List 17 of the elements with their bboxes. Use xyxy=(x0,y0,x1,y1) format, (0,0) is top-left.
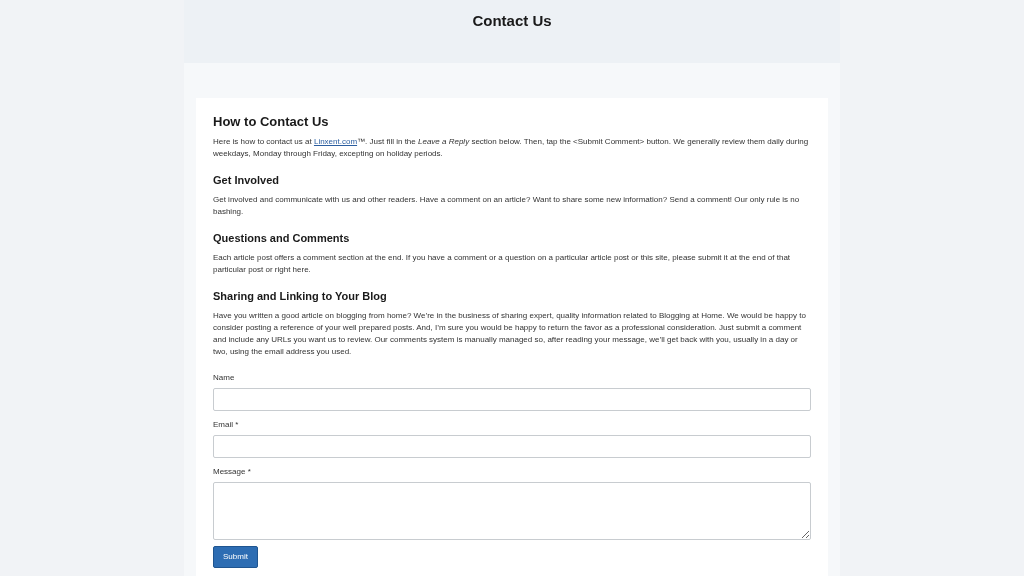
section-heading: Get Involved xyxy=(213,174,281,188)
section-heading: Questions and Comments xyxy=(213,232,351,246)
section-heading: Sharing and Linking to Your Blog xyxy=(213,289,388,304)
field-label: Name xyxy=(213,371,236,384)
paragraph: Here is how to contact us at Linxent.com™. Just fill in the Leave a Reply section below. Then, tap the <Submit Comment> button. We generally review them daily during weekdays, Monday through Friday, excepting on holiday periods. xyxy=(213,136,810,161)
submit-button[interactable]: Submit xyxy=(213,545,258,568)
section-heading: How to Contact Us xyxy=(213,114,330,131)
link[interactable]: Linxent.com xyxy=(313,137,358,147)
paragraph: Each article post offers a comment section at the end. If you have a comment or a question on a particular article post or this site, please submit it at the end of that particular post or right here. xyxy=(213,251,792,276)
input-field[interactable] xyxy=(213,387,811,411)
input-field[interactable] xyxy=(213,434,811,458)
paragraph: Get involved and communicate with us and other readers. Have a comment on an article? Want to share some new information? Send a comment! Our only rule is no bashing. xyxy=(213,194,801,218)
paragraph: Have you written a good article on blogging from home? We’re in the business of sharing expert, quality information related to Blogging at Home. We would be happy to consider posting a reference of your well prepared posts. And, I’m sure you would be happy to return the favor as a professional consideration. Just submit a comment and include any URLs you want us to review. Our comments system is manually managed so, after reading your message, we’ll get back with you, usually in a day or two, using the email address you used. xyxy=(213,309,807,358)
field-label: Message * xyxy=(213,465,252,478)
field-label: Email * xyxy=(213,418,240,431)
page-title: Contact Us xyxy=(472,11,552,31)
message-field[interactable] xyxy=(213,481,811,540)
